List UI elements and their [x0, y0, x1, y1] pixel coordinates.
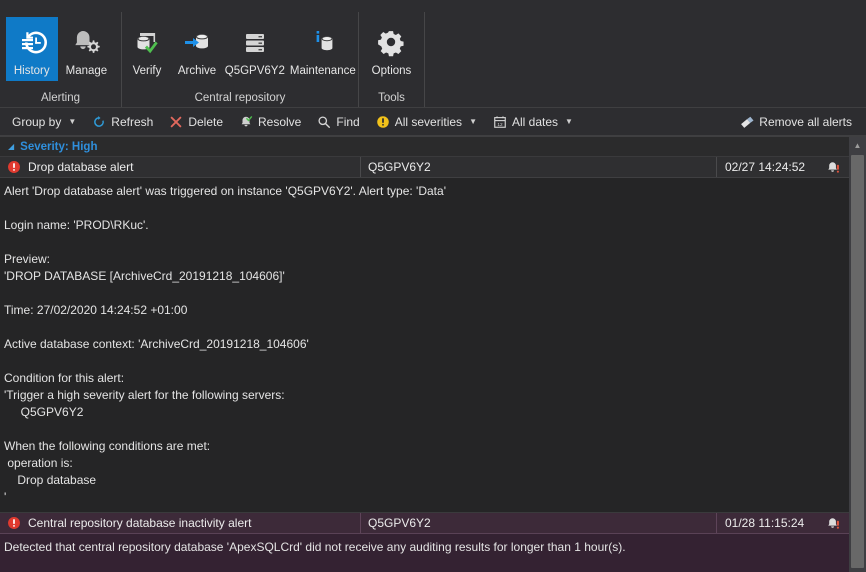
ribbon-toolbar: History Manage Alerting Verify Archive Q…	[0, 12, 866, 108]
alert-date-cell: 02/27 14:24:52	[725, 160, 806, 174]
ribbon-button-verify[interactable]: Verify	[122, 17, 172, 81]
alert-body-text: Detected that central repository databas…	[0, 534, 849, 572]
alert-name-label: Drop database alert	[28, 160, 134, 174]
collapse-triangle-icon[interactable]: ◢	[8, 142, 14, 151]
severity-filter-button[interactable]: All severities ▼	[370, 112, 483, 132]
ribbon-button-server[interactable]: Q5GPV6Y2	[222, 17, 288, 81]
resolve-label: Resolve	[258, 114, 302, 129]
alert-history-window: History Manage Alerting Verify Archive Q…	[0, 0, 866, 572]
window-title-strip	[0, 0, 866, 12]
chevron-down-icon: ▼	[469, 117, 477, 126]
ribbon-group-alerting-label: Alerting	[41, 92, 80, 104]
ribbon-button-options[interactable]: Options	[364, 17, 420, 81]
alerts-command-bar: Group by ▼ Refresh Delete Resolve Find A…	[0, 108, 866, 136]
ribbon-button-archive-label: Archive	[177, 65, 217, 77]
alert-item[interactable]: Drop database alert Q5GPV6Y2 02/27 14:24…	[0, 157, 849, 513]
refresh-button[interactable]: Refresh	[86, 112, 159, 132]
maintenance-icon	[307, 22, 339, 62]
alert-name-cell: Drop database alert	[0, 157, 361, 177]
resolve-button[interactable]: Resolve	[233, 112, 307, 132]
group-header-label: Severity: High	[20, 140, 98, 153]
ribbon-group-tools: Options Tools	[358, 12, 424, 107]
group-by-button[interactable]: Group by ▼	[6, 112, 82, 132]
alert-item[interactable]: Central repository database inactivity a…	[0, 513, 849, 572]
scrollbar-thumb[interactable]	[851, 155, 864, 568]
manage-alerts-icon	[69, 22, 103, 62]
calendar-icon: 12	[493, 115, 507, 129]
group-header-severity-high[interactable]: ◢ Severity: High	[0, 137, 849, 157]
ribbon-group-tools-label: Tools	[378, 92, 405, 104]
verify-database-icon	[131, 22, 163, 62]
severity-high-icon	[7, 160, 21, 174]
find-button[interactable]: Find	[311, 112, 365, 132]
ribbon-button-history-label: History	[13, 65, 50, 77]
ribbon-button-manage[interactable]: Manage	[58, 17, 116, 81]
gear-icon	[375, 22, 407, 62]
delete-icon	[169, 115, 183, 129]
ribbon-button-history[interactable]: History	[5, 17, 58, 81]
warning-icon	[376, 115, 390, 129]
scroll-up-arrow-icon[interactable]: ▲	[849, 137, 866, 153]
ribbon-button-verify-label: Verify	[132, 65, 162, 77]
ribbon-button-server-label: Q5GPV6Y2	[224, 65, 285, 77]
delete-button[interactable]: Delete	[163, 112, 229, 132]
alert-instance-cell: Q5GPV6Y2	[361, 513, 717, 533]
ribbon-empty-area	[424, 12, 866, 107]
chevron-down-icon: ▼	[565, 117, 573, 126]
refresh-label: Refresh	[111, 114, 154, 129]
ribbon-group-alerting: History Manage Alerting	[0, 12, 121, 107]
find-label: Find	[336, 114, 360, 129]
ribbon-button-archive[interactable]: Archive	[172, 17, 222, 81]
date-filter-label: All dates	[511, 114, 559, 129]
search-icon	[317, 115, 331, 129]
alert-body-text: Alert 'Drop database alert' was triggere…	[0, 178, 849, 512]
alerts-list-area: ◢ Severity: High Drop database alert Q5G…	[0, 136, 866, 572]
server-icon	[239, 22, 271, 62]
resolve-icon	[239, 115, 253, 129]
alert-instance-cell: Q5GPV6Y2	[361, 157, 717, 177]
history-icon	[15, 22, 49, 62]
alerts-list: ◢ Severity: High Drop database alert Q5G…	[0, 137, 849, 572]
chevron-down-icon: ▼	[68, 117, 77, 126]
alert-name-label: Central repository database inactivity a…	[28, 516, 252, 530]
severity-filter-label: All severities	[394, 114, 463, 129]
severity-high-icon	[7, 516, 21, 530]
delete-label: Delete	[188, 114, 223, 129]
alert-header-row[interactable]: Drop database alert Q5GPV6Y2 02/27 14:24…	[0, 157, 849, 178]
group-by-label: Group by	[12, 114, 62, 129]
ribbon-button-options-label: Options	[371, 65, 412, 77]
archive-database-icon	[181, 22, 213, 62]
remove-all-alerts-label: Remove all alerts	[759, 114, 852, 129]
ribbon-button-manage-label: Manage	[65, 65, 108, 77]
vertical-scrollbar[interactable]: ▲	[849, 137, 866, 572]
date-filter-button[interactable]: 12 All dates ▼	[487, 112, 579, 132]
ribbon-button-maintenance-label: Maintenance	[289, 65, 356, 77]
svg-text:12: 12	[497, 121, 503, 127]
alert-bell-status-icon[interactable]	[817, 157, 849, 177]
alert-header-row[interactable]: Central repository database inactivity a…	[0, 513, 849, 534]
alert-date-cell: 01/28 11:15:24	[725, 516, 805, 530]
remove-all-alerts-button[interactable]: Remove all alerts	[733, 112, 858, 132]
alert-name-cell: Central repository database inactivity a…	[0, 513, 361, 533]
ribbon-button-maintenance[interactable]: Maintenance	[288, 17, 358, 81]
refresh-icon	[92, 115, 106, 129]
eraser-icon	[739, 115, 754, 129]
ribbon-group-central-repository-label: Central repository	[194, 92, 286, 104]
ribbon-group-central-repository: Verify Archive Q5GPV6Y2 Maintenance Cent…	[121, 12, 358, 107]
alert-bell-status-icon[interactable]	[817, 513, 849, 533]
